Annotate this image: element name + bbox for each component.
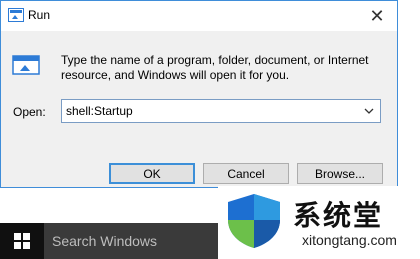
start-button[interactable] [0, 223, 44, 259]
windows-logo-icon [14, 233, 30, 249]
run-dialog: Run ✕ Type the name of a program, folder… [0, 0, 398, 188]
open-input[interactable] [64, 102, 360, 120]
taskbar-search-box[interactable]: Search Windows [44, 223, 220, 259]
open-label: Open: [13, 105, 46, 119]
open-combobox[interactable] [61, 99, 381, 123]
cancel-button[interactable]: Cancel [203, 163, 289, 184]
shield-icon [224, 192, 284, 250]
dropdown-button[interactable] [359, 101, 379, 121]
close-icon: ✕ [369, 5, 385, 26]
watermark-chinese-text: 系统堂 [293, 199, 384, 232]
run-app-icon [8, 8, 24, 22]
search-placeholder: Search Windows [52, 233, 158, 249]
ok-button[interactable]: OK [109, 163, 195, 184]
run-icon [11, 53, 41, 77]
close-button[interactable]: ✕ [357, 1, 397, 31]
chevron-down-icon [364, 108, 374, 114]
browse-button[interactable]: Browse... [297, 163, 383, 184]
watermark-url: xitongtang.com [302, 232, 397, 248]
window-title: Run [28, 8, 51, 22]
title-bar: Run ✕ [1, 1, 397, 31]
run-description: Type the name of a program, folder, docu… [61, 53, 369, 82]
watermark-logo: 系统堂 xitongtang.com [218, 186, 420, 259]
